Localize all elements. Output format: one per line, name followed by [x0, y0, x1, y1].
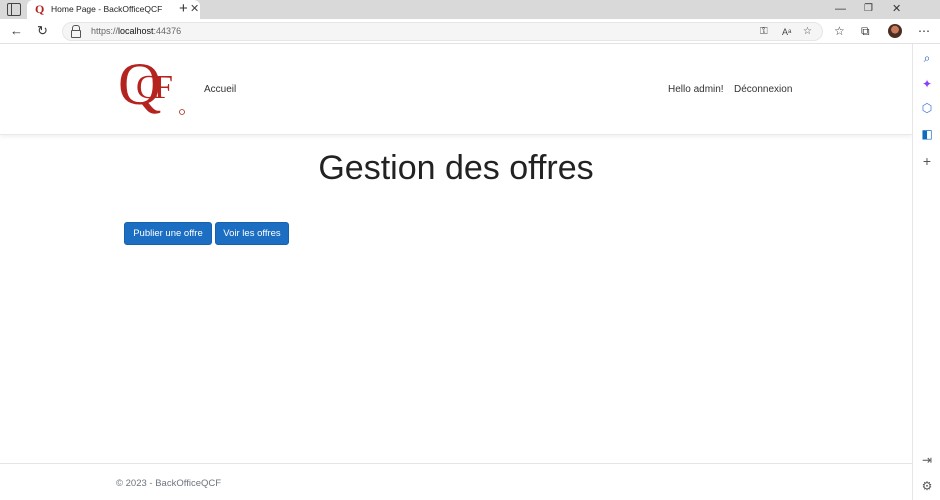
logout-link[interactable]: Déconnexion: [734, 84, 792, 95]
settings-icon[interactable]: ⚙: [919, 478, 935, 494]
url-text[interactable]: https://localhost:44376: [91, 26, 181, 36]
user-greeting-link[interactable]: Hello admin!: [668, 84, 724, 95]
qcf-logo[interactable]: Q C F: [116, 51, 188, 124]
favorites-icon[interactable]: ☆: [834, 22, 845, 40]
site-footer: © 2023 - BackOfficeQCF: [0, 463, 912, 500]
view-offers-button[interactable]: Voir les offres: [215, 222, 289, 245]
page-title: Gestion des offres: [318, 149, 594, 187]
read-aloud-icon[interactable]: Aᵃ: [782, 24, 791, 40]
publish-offer-button[interactable]: Publier une offre: [124, 222, 212, 245]
back-arrow-icon[interactable]: ←: [10, 22, 23, 40]
office-icon[interactable]: ⬡: [919, 100, 935, 116]
favicon: Q: [35, 2, 45, 16]
footer-copyright: © 2023 - BackOfficeQCF: [116, 478, 222, 489]
collections-icon[interactable]: ⧉: [861, 22, 870, 40]
profile-avatar[interactable]: [888, 24, 902, 38]
plus-icon[interactable]: +: [919, 153, 935, 169]
minimize-icon[interactable]: —: [835, 2, 846, 16]
logo-image: Q C F: [118, 51, 185, 117]
svg-text:F: F: [154, 69, 173, 106]
page-viewport: Q C F Accueil Hello admin! Déconnexion G…: [0, 44, 912, 500]
outlook-icon[interactable]: ◧: [919, 126, 935, 142]
address-bar-row: ← ↻ https://localhost:44376 ⚿ Aᵃ ☆ ☆ ⧉ ⋯: [0, 19, 940, 44]
close-window-icon[interactable]: ✕: [892, 2, 901, 16]
site-header: Q C F Accueil Hello admin! Déconnexion: [0, 44, 912, 135]
plus-icon[interactable]: +: [179, 0, 188, 18]
copilot-icon[interactable]: ✦: [919, 76, 935, 92]
url-bar[interactable]: https://localhost:44376 ⚿ Aᵃ ☆: [62, 22, 823, 41]
browser-tab[interactable]: Q Home Page - BackOfficeQCF ✕: [27, 0, 200, 19]
key-icon[interactable]: ⚿: [760, 24, 768, 40]
browser-sidebar: ⌕ ✦ ⬡ ◧ + ⇥ ⚙: [912, 44, 940, 500]
more-icon[interactable]: ⋯: [918, 22, 930, 40]
browser-window: Q Home Page - BackOfficeQCF ✕ + — ❐ ✕ ← …: [0, 0, 940, 500]
sidebar-toggle-icon[interactable]: [7, 3, 21, 16]
lock-icon[interactable]: [71, 25, 81, 38]
hide-sidebar-icon[interactable]: ⇥: [919, 452, 935, 468]
maximize-icon[interactable]: ❐: [864, 2, 873, 16]
close-icon[interactable]: ✕: [190, 2, 199, 16]
tab-title: Home Page - BackOfficeQCF: [51, 4, 163, 14]
nav-link-accueil[interactable]: Accueil: [204, 84, 236, 95]
tab-strip: Q Home Page - BackOfficeQCF ✕ + — ❐ ✕: [0, 0, 940, 19]
search-icon[interactable]: ⌕: [919, 50, 935, 66]
add-favorite-icon[interactable]: ☆: [803, 24, 812, 40]
refresh-icon[interactable]: ↻: [37, 22, 48, 40]
